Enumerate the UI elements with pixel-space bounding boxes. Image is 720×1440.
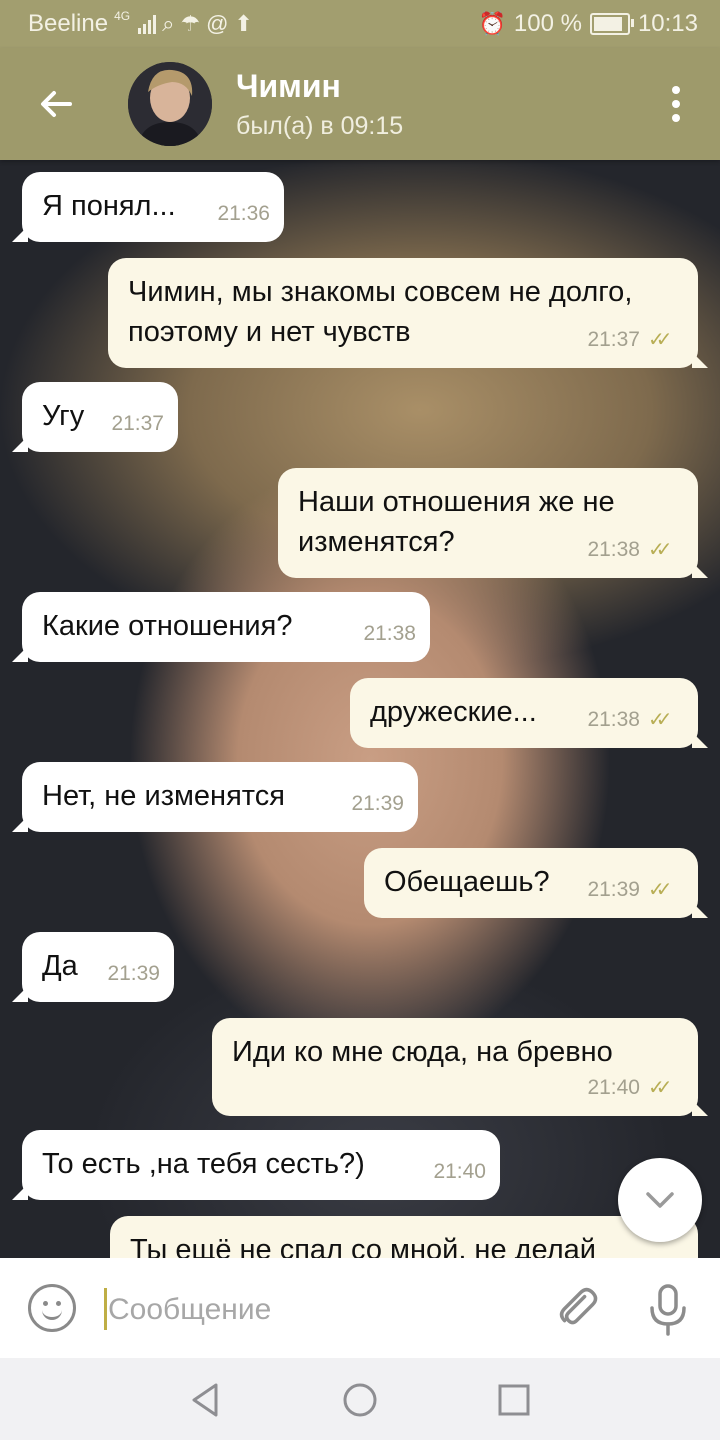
message-composer <box>0 1258 720 1358</box>
message-bubble[interactable]: Наши отношения же не изменятся? 21:38 ✓✓ <box>278 468 708 578</box>
more-vertical-icon-dot <box>672 100 680 108</box>
message-bubble[interactable]: Я понял... 21:36 <box>12 172 284 242</box>
message-bubble[interactable]: Да 21:39 <box>12 932 174 1002</box>
search-icon: ⌕ <box>162 11 175 36</box>
message-time: 21:38 <box>363 622 416 645</box>
contact-name[interactable]: Чимин <box>236 68 341 105</box>
square-recents-icon <box>498 1384 530 1416</box>
message-meta: 21:38 ✓✓ <box>587 530 682 570</box>
battery-icon <box>589 13 634 35</box>
at-sign-icon: @ <box>206 11 229 36</box>
message-bubble[interactable]: То есть ,на тебя сесть?) 21:40 <box>12 1130 500 1200</box>
message-text: Я понял... <box>42 190 176 222</box>
message-time: 21:37 <box>587 328 640 351</box>
message-meta: 21:39 ✓✓ <box>587 870 682 910</box>
attach-button[interactable] <box>538 1268 617 1347</box>
message-text: Наши отношения же не изменятся? <box>298 486 615 558</box>
last-seen-status: был(а) в 09:15 <box>236 112 404 140</box>
message-bubble[interactable]: Угу 21:37 <box>12 382 178 452</box>
message-text: дружеские... <box>370 696 537 728</box>
more-vertical-icon <box>672 86 680 94</box>
read-checkmarks-icon: ✓✓ <box>648 709 673 731</box>
message-time: 21:36 <box>217 202 270 225</box>
nav-home-button[interactable] <box>340 1380 380 1420</box>
read-checkmarks-icon: ✓✓ <box>648 879 673 901</box>
carrier-name: Beeline <box>28 10 109 37</box>
message-input[interactable] <box>106 1284 530 1336</box>
message-text: Иди ко мне сюда, на бревно <box>232 1036 613 1068</box>
message-meta: 21:40 ✓✓ <box>587 1068 682 1108</box>
chat-area[interactable]: Я понял... 21:36 Чимин, мы знакомы совсе… <box>0 160 720 1258</box>
avatar[interactable] <box>128 62 212 146</box>
circle-home-icon <box>343 1383 377 1417</box>
message-meta: 21:39 <box>351 784 404 824</box>
message-text: То есть ,на тебя сесть?) <box>42 1148 365 1180</box>
microphone-icon <box>650 1284 686 1336</box>
message-text: Нет, не изменятся <box>42 780 285 812</box>
message-meta: 21:40 <box>433 1152 486 1192</box>
message-bubble[interactable]: Какие отношения? 21:38 <box>12 592 430 662</box>
triangle-back-icon <box>192 1383 218 1417</box>
message-time: 21:40 <box>587 1076 640 1099</box>
message-text: Какие отношения? <box>42 610 293 642</box>
message-time: 21:39 <box>351 792 404 815</box>
message-text: Ты ещё не спал со мной, не делай <box>130 1234 596 1258</box>
message-meta: 21:37 ✓✓ <box>587 320 682 360</box>
message-text: Чимин, мы знакомы совсем не долго, поэто… <box>128 276 633 348</box>
nav-back-button[interactable] <box>186 1380 226 1420</box>
paperclip-icon <box>559 1287 598 1325</box>
message-text: Угу <box>42 400 85 432</box>
status-bar-right: ⏰ 100 % 10:13 <box>478 10 698 38</box>
more-vertical-icon-dot <box>672 114 680 122</box>
battery-percent: 100 % <box>513 10 582 37</box>
message-text: Обещаешь? <box>384 866 550 898</box>
upload-icon: ⬆ <box>234 11 253 36</box>
message-time: 21:38 <box>587 538 640 561</box>
back-button[interactable] <box>30 78 82 130</box>
message-time: 21:37 <box>111 412 164 435</box>
emoji-mouth <box>42 1307 62 1320</box>
avatar-image <box>128 62 212 146</box>
message-bubble[interactable]: Обещаешь? 21:39 ✓✓ <box>364 848 708 918</box>
message-meta: 21:38 ✓✓ <box>587 700 682 740</box>
scroll-to-bottom-button[interactable] <box>618 1158 702 1242</box>
alarm-icon: ⏰ <box>478 11 506 36</box>
read-checkmarks-icon: ✓✓ <box>648 539 673 561</box>
message-bubble[interactable]: Чимин, мы знакомы совсем не долго, поэто… <box>108 258 708 368</box>
system-navigation-bar <box>0 1358 720 1440</box>
message-time: 21:38 <box>587 708 640 731</box>
message-text: Да <box>42 950 78 982</box>
message-bubble[interactable]: Иди ко мне сюда, на бревно 21:40 ✓✓ <box>212 1018 708 1116</box>
message-meta: 21:37 <box>111 404 164 444</box>
message-meta: 21:38 <box>363 614 416 654</box>
status-bar-left: Beeline 4G ⌕ ☂ @ ⬆ <box>28 9 253 38</box>
message-meta: 21:39 <box>107 954 160 994</box>
signal-icon <box>138 14 157 34</box>
message-bubble[interactable]: Нет, не изменятся 21:39 <box>12 762 418 832</box>
chat-header: Чимин был(а) в 09:15 <box>0 48 720 160</box>
status-bar: Beeline 4G ⌕ ☂ @ ⬆ ⏰ 100 % 10:13 <box>0 0 720 48</box>
clock: 10:13 <box>637 10 698 37</box>
message-bubble[interactable]: дружеские... 21:38 ✓✓ <box>350 678 708 748</box>
voice-message-button[interactable] <box>648 1284 688 1336</box>
message-meta: 21:36 <box>217 194 270 234</box>
message-time: 21:40 <box>433 1160 486 1183</box>
message-time: 21:39 <box>107 962 160 985</box>
read-checkmarks-icon: ✓✓ <box>648 1077 673 1099</box>
message-bubble[interactable]: Ты ещё не спал со мной, не делай <box>110 1216 698 1258</box>
umbrella-icon: ☂ <box>180 11 201 36</box>
emoji-icon[interactable] <box>28 1284 76 1332</box>
message-time: 21:39 <box>587 878 640 901</box>
read-checkmarks-icon: ✓✓ <box>648 329 673 351</box>
arrow-left-icon <box>41 91 72 117</box>
network-type: 4G <box>114 9 131 23</box>
chevron-down-icon <box>646 1192 674 1208</box>
more-options-button[interactable] <box>658 78 694 130</box>
nav-recent-apps-button[interactable] <box>494 1380 534 1420</box>
